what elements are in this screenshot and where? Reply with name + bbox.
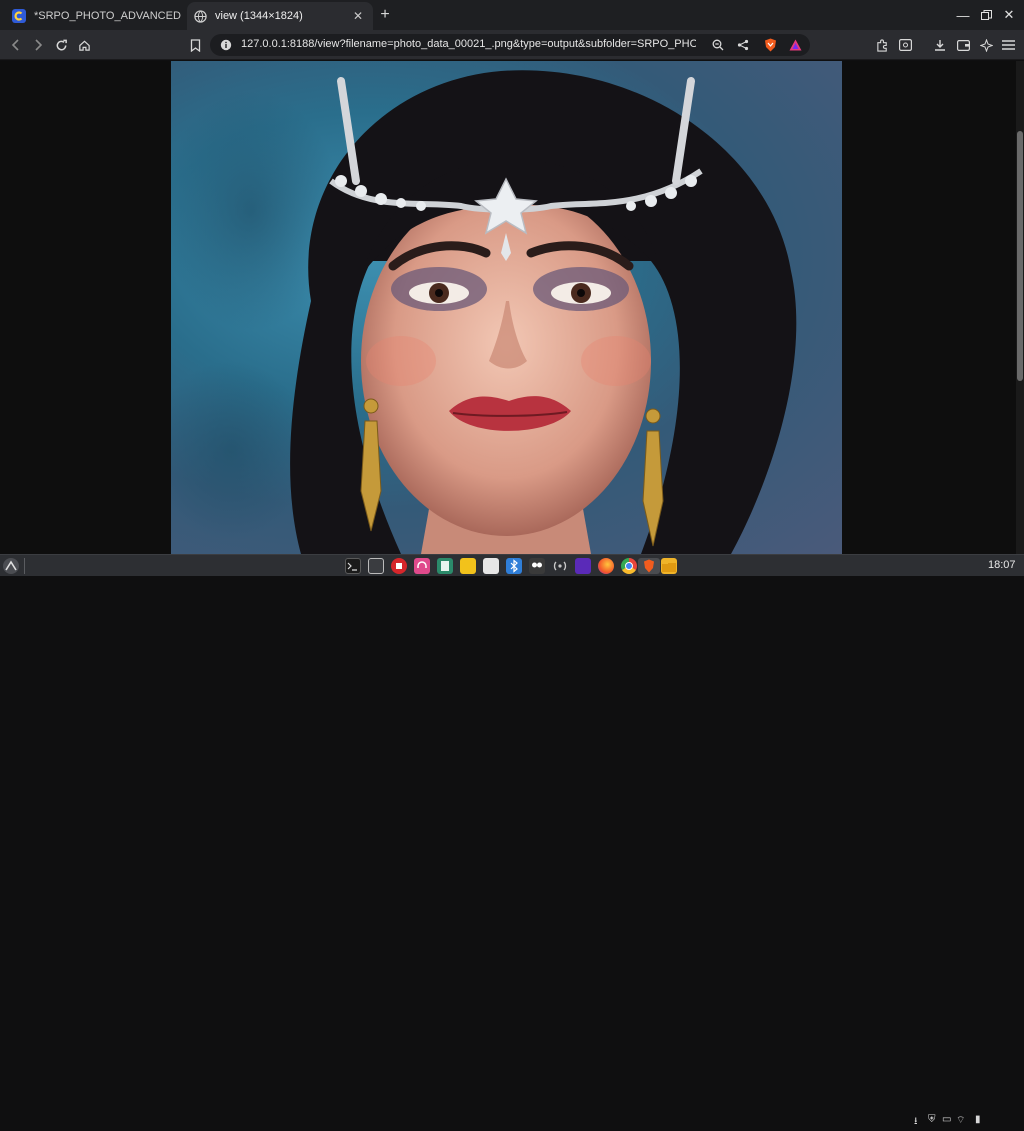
- brave-rewards-icon[interactable]: [785, 35, 805, 55]
- terminal-icon[interactable]: [345, 558, 361, 574]
- tab-strip: *SRPO_PHOTO_ADVANCED - C view (1344×1824…: [0, 0, 1024, 30]
- minimize-icon[interactable]: —: [952, 4, 974, 26]
- media-player-icon[interactable]: [391, 558, 407, 574]
- portrait-illustration: [171, 70, 797, 554]
- sticky-notes-icon[interactable]: [460, 558, 476, 574]
- forward-icon[interactable]: [28, 35, 48, 55]
- downloads-icon[interactable]: [930, 35, 950, 55]
- file-manager-icon[interactable]: [661, 558, 677, 574]
- generated-portrait-image[interactable]: [171, 61, 842, 554]
- document-viewer-icon[interactable]: [483, 558, 499, 574]
- network-monitor-icon[interactable]: [552, 558, 568, 574]
- os-taskbar: ⭳ ⛨ ▭ ⌔ ▮: [0, 554, 1024, 1127]
- close-window-icon[interactable]: ✕: [998, 4, 1020, 26]
- chrome-icon[interactable]: [621, 558, 637, 574]
- taskbar-divider: [24, 558, 25, 574]
- calculator-icon[interactable]: [437, 558, 453, 574]
- reader-mode-icon[interactable]: [895, 35, 915, 55]
- restore-icon[interactable]: [975, 4, 997, 26]
- leo-ai-icon[interactable]: [976, 35, 996, 55]
- page-viewport: [0, 61, 1024, 554]
- tab-title: *SRPO_PHOTO_ADVANCED - C: [34, 10, 182, 22]
- battery-tray-icon[interactable]: ▮: [975, 1114, 981, 1125]
- tab-srpo-photo-advanced[interactable]: *SRPO_PHOTO_ADVANCED - C: [6, 2, 182, 30]
- brave-shields-icon[interactable]: [760, 35, 780, 55]
- tab-view-image[interactable]: view (1344×1824) ✕: [187, 2, 373, 30]
- home-icon[interactable]: [74, 35, 94, 55]
- display-tray-icon[interactable]: ▭: [942, 1114, 951, 1125]
- tab-title: view (1344×1824): [215, 10, 303, 22]
- new-tab-button[interactable]: +: [376, 6, 394, 24]
- close-tab-icon[interactable]: ✕: [349, 7, 367, 25]
- download-tray-icon[interactable]: ⭳: [914, 1114, 918, 1131]
- video-editor-icon[interactable]: [575, 558, 591, 574]
- taskbar-clock[interactable]: 18:07: [988, 559, 1016, 571]
- back-icon[interactable]: [6, 35, 26, 55]
- extensions-icon[interactable]: [872, 35, 892, 55]
- scrollbar-thumb[interactable]: [1017, 131, 1023, 381]
- network-tray-icon[interactable]: ⌔: [956, 1114, 965, 1127]
- reload-icon[interactable]: [51, 35, 71, 55]
- wallet-icon[interactable]: [953, 35, 973, 55]
- brave-taskbar-icon[interactable]: [638, 558, 660, 574]
- comfy-logo-icon: [12, 9, 26, 23]
- headphones-app-icon[interactable]: [414, 558, 430, 574]
- menu-icon[interactable]: [998, 35, 1018, 55]
- zoom-icon[interactable]: [708, 35, 728, 55]
- owl-app-icon[interactable]: [529, 558, 545, 574]
- share-icon[interactable]: [733, 35, 753, 55]
- bookmark-icon[interactable]: [185, 35, 205, 55]
- window-manager-icon[interactable]: [368, 558, 384, 574]
- globe-icon: [193, 9, 207, 23]
- shield-tray-icon[interactable]: ⛨: [928, 1114, 936, 1125]
- page-scrollbar[interactable]: [1016, 61, 1024, 554]
- site-info-icon[interactable]: [216, 35, 236, 55]
- url-text[interactable]: 127.0.0.1:8188/view?filename=photo_data_…: [241, 38, 696, 50]
- bluetooth-icon[interactable]: [506, 558, 522, 574]
- firefox-icon[interactable]: [598, 558, 614, 574]
- start-menu-icon[interactable]: [3, 558, 19, 574]
